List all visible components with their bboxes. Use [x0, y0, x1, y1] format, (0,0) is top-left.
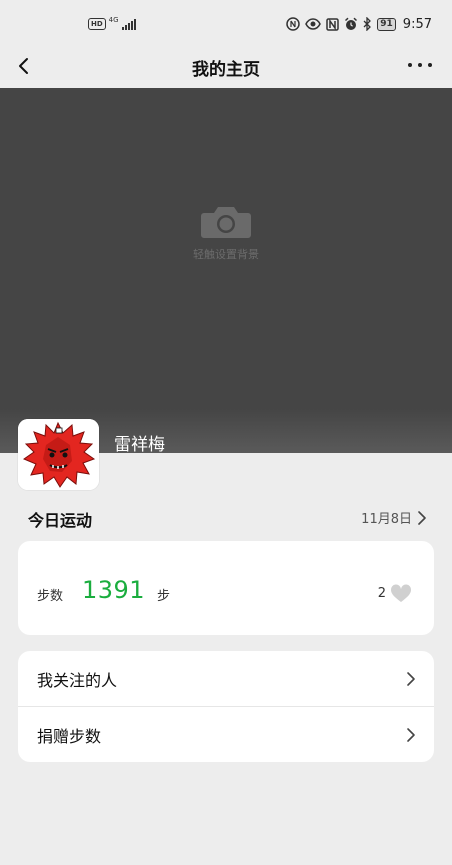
cover-background[interactable]: 轻触设置背景	[0, 88, 452, 453]
status-right: 91 9:57	[286, 14, 432, 34]
more-button[interactable]	[408, 56, 432, 74]
menu-item-donate-steps[interactable]: 捐赠步数	[18, 706, 434, 762]
clock: 9:57	[402, 16, 432, 32]
more-dot	[428, 63, 432, 67]
like-count: 2	[377, 586, 386, 601]
eye-icon	[305, 18, 322, 30]
menu-card: 我关注的人 捐赠步数	[18, 651, 434, 762]
nav-bar: 我的主页	[0, 48, 452, 88]
battery-indicator: 91	[377, 17, 396, 31]
more-dot	[408, 63, 412, 67]
today-date: 11月8日	[361, 512, 412, 527]
nfc-icon	[286, 17, 301, 31]
network-type: 4G	[108, 15, 119, 24]
chevron-right-icon	[407, 727, 415, 742]
page-title: 我的主页	[192, 60, 260, 80]
avatar[interactable]	[18, 419, 99, 490]
like-button[interactable]: 2	[378, 584, 412, 603]
avatar-image	[18, 419, 99, 490]
n-icon	[326, 17, 340, 31]
steps-value: 1391	[82, 576, 146, 604]
hd-badge: HD	[88, 18, 106, 30]
signal-icon	[121, 18, 136, 30]
cover-hint: 轻触设置背景	[193, 248, 259, 261]
menu-item-label: 捐赠步数	[37, 726, 102, 746]
chevron-right-icon	[418, 510, 426, 525]
menu-item-label: 我关注的人	[37, 670, 118, 690]
camera-icon	[201, 207, 251, 238]
today-date-link[interactable]: 11月8日	[361, 508, 426, 527]
today-title: 今日运动	[28, 511, 93, 530]
heart-icon	[390, 584, 412, 602]
more-dot	[418, 63, 422, 67]
username: 雷祥梅	[114, 435, 165, 455]
alarm-icon	[345, 17, 358, 30]
steps-card[interactable]: 步数 1391 步 2	[18, 541, 434, 635]
menu-item-following[interactable]: 我关注的人	[18, 651, 434, 706]
status-left: HD 4G	[88, 16, 136, 32]
status-bar: HD 4G 91 9:57	[0, 0, 452, 48]
steps-unit: 步	[157, 589, 171, 604]
chevron-right-icon	[407, 671, 415, 686]
steps-label: 步数	[37, 589, 64, 604]
bluetooth-icon	[363, 17, 372, 31]
